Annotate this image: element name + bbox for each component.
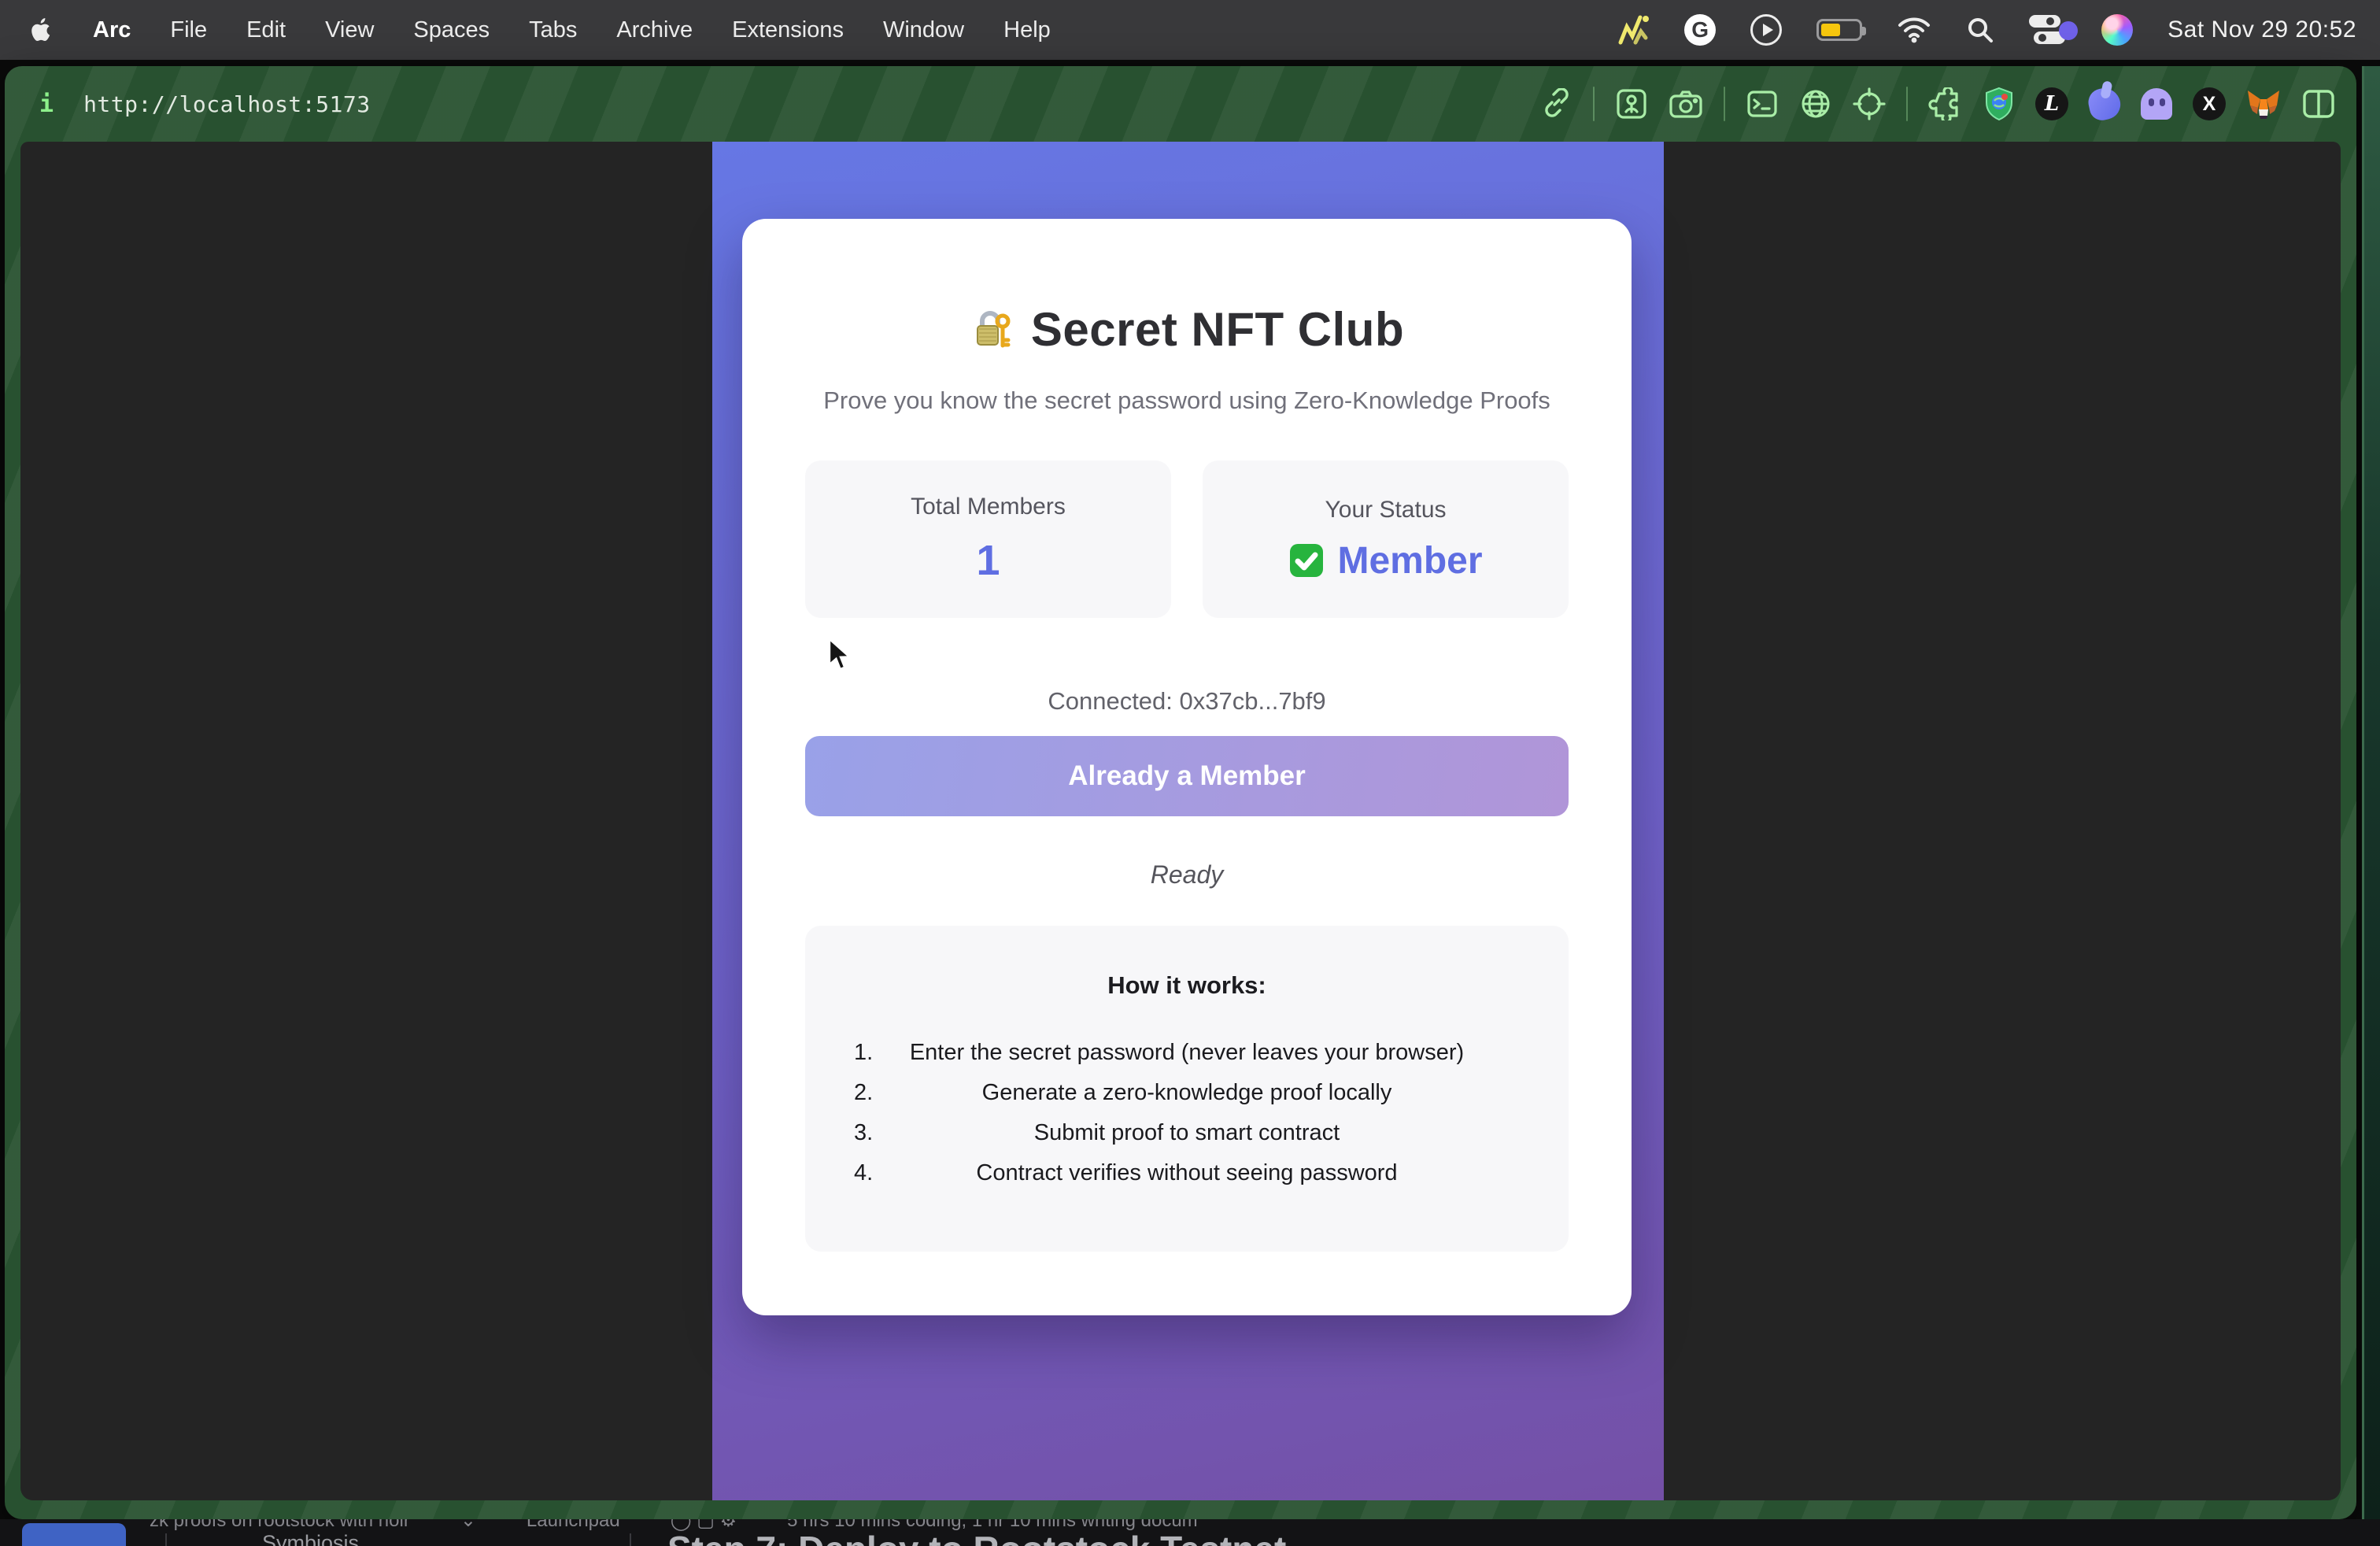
total-members-box: Total Members 1 <box>805 460 1171 618</box>
toolbar-divider <box>1724 87 1725 121</box>
split-view-icon[interactable] <box>2301 88 2336 120</box>
mouse-cursor <box>828 638 855 676</box>
how-it-works-step: Submit proof to smart contract <box>849 1113 1524 1153</box>
spotlight-search-icon[interactable] <box>1966 16 1994 44</box>
chevron-down-icon: ⌄ <box>460 1519 476 1532</box>
info-icon[interactable]: i <box>39 91 54 118</box>
camera-capture-icon[interactable] <box>1669 88 1703 120</box>
metamask-icon[interactable] <box>2246 87 2281 120</box>
toolbar-divider <box>1906 87 1908 121</box>
control-center-icon[interactable] <box>2029 15 2067 45</box>
member-status-value: Member <box>1288 539 1482 583</box>
menu-item-help[interactable]: Help <box>1003 17 1051 43</box>
connected-address: Connected: 0x37cb...7bf9 <box>805 687 1569 716</box>
your-status-box: Your Status Member <box>1203 460 1569 618</box>
wifi-icon[interactable] <box>1897 17 1931 43</box>
menu-bar: Arc File Edit View Spaces Tabs Archive E… <box>0 0 2380 60</box>
rabbit-extension-icon[interactable] <box>2086 85 2123 122</box>
total-members-value: 1 <box>976 536 1000 585</box>
lock-icon <box>970 307 1015 353</box>
menu-item-view[interactable]: View <box>325 17 374 43</box>
media-gallery-icon[interactable] <box>1615 87 1648 120</box>
background-window-heading: Step 7: Deploy to Rootstock Testnet <box>667 1528 1286 1546</box>
crosshair-icon[interactable] <box>1853 87 1886 120</box>
background-window-label: Symbiosis <box>262 1531 359 1546</box>
background-window: zk proofs on rootstock with noir ⌄ Launc… <box>0 1519 2380 1546</box>
how-it-works-title: How it works: <box>849 971 1524 1000</box>
stats-row: Total Members 1 Your Status Member <box>805 460 1569 618</box>
globe-icon[interactable] <box>1799 87 1832 120</box>
copy-link-icon[interactable] <box>1541 88 1572 120</box>
playback-menu-icon[interactable] <box>1750 14 1782 46</box>
script-l-extension-icon[interactable]: L <box>2035 87 2068 120</box>
browser-toolbar: i http://localhost:5173 <box>5 66 2356 142</box>
stat-label: Your Status <box>1325 497 1447 523</box>
menu-item-tabs[interactable]: Tabs <box>529 17 577 43</box>
background-status-mid: Launchpad <box>527 1519 620 1532</box>
page-title-text: Secret NFT Club <box>1031 302 1404 357</box>
how-it-works-step: Enter the secret password (never leaves … <box>849 1033 1524 1073</box>
extensions-puzzle-icon[interactable] <box>1928 87 1963 120</box>
menu-item-window[interactable]: Window <box>883 17 964 43</box>
menu-item-file[interactable]: File <box>170 17 207 43</box>
phantom-wallet-icon[interactable] <box>2141 88 2172 120</box>
menu-item-spaces[interactable]: Spaces <box>413 17 490 43</box>
member-check-icon <box>1288 542 1325 579</box>
x-extension-icon[interactable]: X <box>2193 87 2226 120</box>
desktop: Arc File Edit View Spaces Tabs Archive E… <box>0 0 2380 1546</box>
apple-icon[interactable] <box>30 17 54 43</box>
browser-window: i http://localhost:5173 <box>5 66 2356 1519</box>
how-it-works-step: Generate a zero-knowledge proof locally <box>849 1073 1524 1113</box>
background-window-edge <box>2362 66 2380 1519</box>
menu-app-name[interactable]: Arc <box>93 17 131 43</box>
url-text[interactable]: http://localhost:5173 <box>83 91 371 117</box>
vpn-status-dot <box>2059 21 2078 40</box>
app-background: Secret NFT Club Prove you know the secre… <box>712 142 1664 1500</box>
how-it-works-list: Enter the secret password (never leaves … <box>849 1033 1524 1193</box>
grammarly-menu-icon[interactable]: G <box>1684 14 1716 46</box>
background-window-divider <box>165 1533 167 1546</box>
menu-clock[interactable]: Sat Nov 29 20:52 <box>2168 17 2356 43</box>
terminal-icon[interactable] <box>1746 87 1779 120</box>
menu-item-edit[interactable]: Edit <box>246 17 286 43</box>
status-text: Ready <box>805 860 1569 890</box>
app-card: Secret NFT Club Prove you know the secre… <box>742 219 1632 1315</box>
battery-icon[interactable] <box>1816 19 1862 41</box>
how-it-works-box: How it works: Enter the secret password … <box>805 926 1569 1252</box>
already-member-button[interactable]: Already a Member <box>805 736 1569 816</box>
toolbar-divider <box>1593 87 1595 121</box>
privacy-shield-extension-icon[interactable] <box>1983 87 2015 121</box>
background-window-divider <box>630 1533 631 1546</box>
stocks-menu-icon[interactable] <box>1617 14 1650 46</box>
page-subtitle: Prove you know the secret password using… <box>805 386 1569 415</box>
siri-icon[interactable] <box>2101 14 2133 46</box>
menu-item-extensions[interactable]: Extensions <box>732 17 844 43</box>
background-window-tab[interactable] <box>22 1523 126 1546</box>
page-title: Secret NFT Club <box>805 302 1569 357</box>
how-it-works-step: Contract verifies without seeing passwor… <box>849 1153 1524 1193</box>
menu-item-archive[interactable]: Archive <box>616 17 693 43</box>
web-content: Secret NFT Club Prove you know the secre… <box>20 142 2341 1500</box>
background-status-left: zk proofs on rootstock with noir <box>150 1519 410 1532</box>
member-status-text: Member <box>1337 539 1482 583</box>
url-bar[interactable]: i http://localhost:5173 <box>39 91 371 118</box>
stat-label: Total Members <box>911 494 1066 520</box>
